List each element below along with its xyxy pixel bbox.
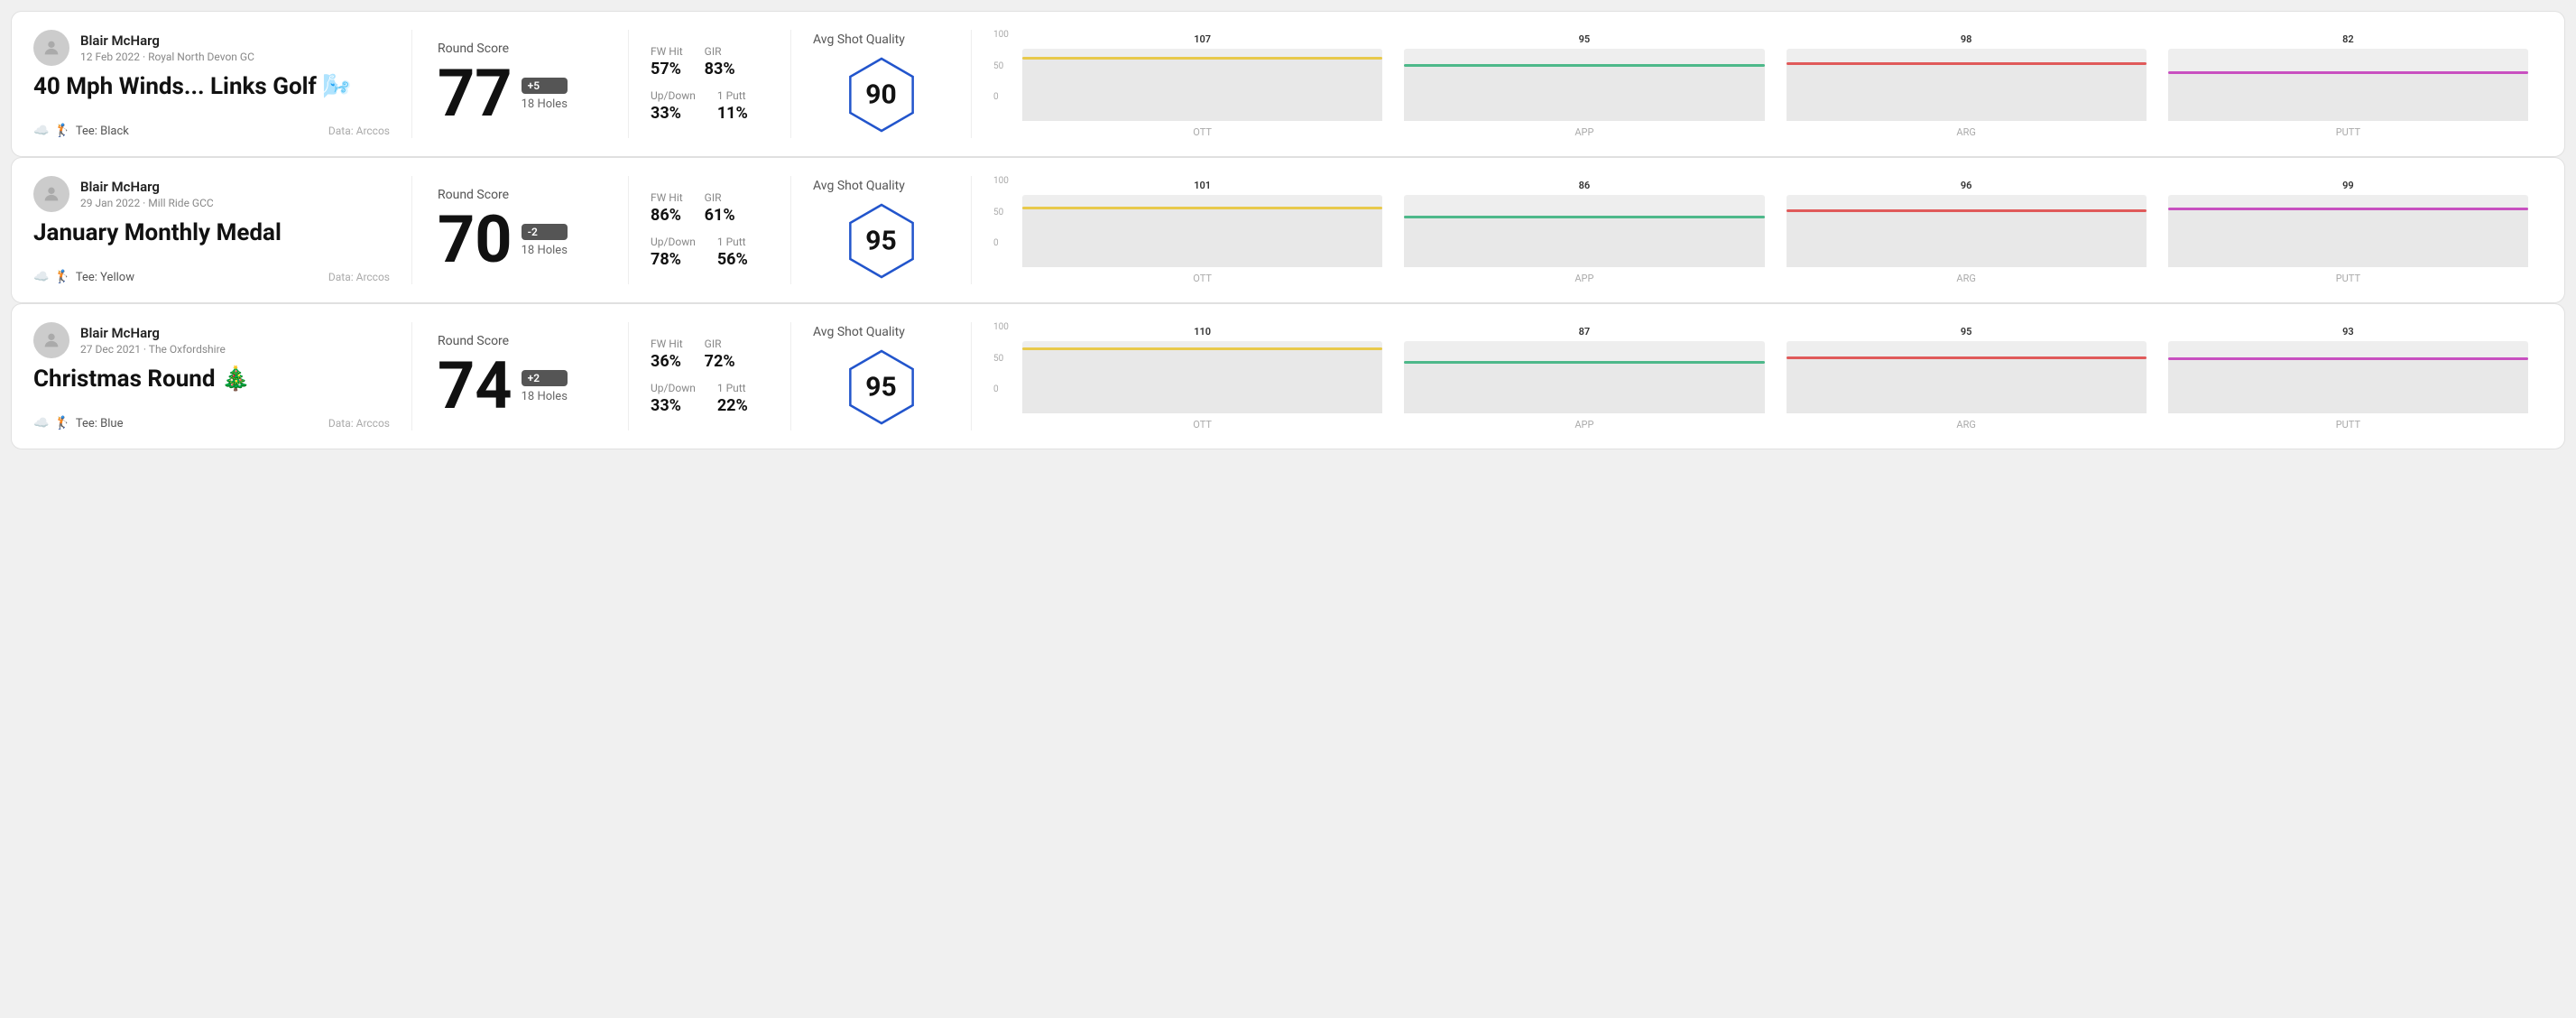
weather-icon: ☁️ (33, 270, 49, 284)
oneputt-stat: 1 Putt 22% (717, 382, 748, 415)
chart-col-ott: 107 OTT (1022, 33, 1382, 138)
fw-hit-stat: FW Hit 57% (651, 45, 683, 79)
tee-label: Tee: Blue (76, 417, 124, 430)
player-name: Blair McHarg (80, 32, 254, 49)
round-card-3: Blair McHarg 27 Dec 2021 · The Oxfordshi… (11, 303, 2565, 449)
chart-col-ott: 110 OTT (1022, 326, 1382, 430)
card-left-2: Blair McHarg 29 Jan 2022 · Mill Ride GCC… (33, 176, 412, 284)
chart-section: 100 50 0 110 OTT 87 APP (972, 322, 2543, 430)
updown-stat: Up/Down 78% (651, 236, 696, 269)
round-score-section: Round Score 77 +5 18 Holes (412, 30, 629, 138)
chart-col-putt: 82 PUTT (2168, 33, 2528, 138)
round-score-label: Round Score (438, 334, 603, 348)
card-left-3: Blair McHarg 27 Dec 2021 · The Oxfordshi… (33, 322, 412, 430)
chart-col-app: 87 APP (1404, 326, 1764, 430)
holes-label: 18 Holes (522, 97, 568, 111)
updown-stat: Up/Down 33% (651, 382, 696, 415)
holes-label: 18 Holes (522, 390, 568, 403)
gir-stat: GIR 72% (705, 338, 735, 371)
quality-label: Avg Shot Quality (813, 32, 905, 47)
chart-section: 100 50 0 101 OTT 86 APP (972, 176, 2543, 284)
fw-hit-stat: FW Hit 86% (651, 191, 683, 225)
player-date: 27 Dec 2021 · The Oxfordshire (80, 343, 226, 356)
hexagon: 95 (841, 347, 922, 428)
round-score-label: Round Score (438, 42, 603, 56)
oneputt-stat: 1 Putt 11% (717, 89, 748, 123)
fw-hit-stat: FW Hit 36% (651, 338, 683, 371)
chart-col-putt: 93 PUTT (2168, 326, 2528, 430)
round-score-section: Round Score 70 -2 18 Holes (412, 176, 629, 284)
chart-col-arg: 96 ARG (1787, 180, 2147, 284)
quality-section: Avg Shot Quality 95 (791, 322, 972, 430)
player-name: Blair McHarg (80, 179, 214, 195)
round-score-section: Round Score 74 +2 18 Holes (412, 322, 629, 430)
round-title: 40 Mph Winds... Links Golf 🌬️ (33, 73, 390, 100)
quality-section: Avg Shot Quality 90 (791, 30, 972, 138)
hex-score: 90 (865, 79, 896, 111)
big-score: 70 (438, 208, 512, 273)
tee-label: Tee: Yellow (76, 271, 134, 284)
updown-stat: Up/Down 33% (651, 89, 696, 123)
chart-col-ott: 101 OTT (1022, 180, 1382, 284)
player-name: Blair McHarg (80, 325, 226, 341)
avatar (33, 30, 69, 66)
big-score: 74 (438, 354, 512, 419)
chart-col-putt: 99 PUTT (2168, 180, 2528, 284)
card-footer: ☁️ 🏌️ Tee: Blue Data: Arccos (33, 416, 390, 430)
quality-section: Avg Shot Quality 95 (791, 176, 972, 284)
data-source: Data: Arccos (328, 125, 390, 137)
hexagon: 90 (841, 54, 922, 135)
hex-score: 95 (865, 372, 896, 403)
round-card-2: Blair McHarg 29 Jan 2022 · Mill Ride GCC… (11, 157, 2565, 303)
score-badge: +2 (522, 370, 568, 386)
tee-info: ☁️ 🏌️ Tee: Blue (33, 416, 123, 430)
chart-section: 100 50 0 107 OTT 95 APP (972, 30, 2543, 138)
card-footer: ☁️ 🏌️ Tee: Yellow Data: Arccos (33, 270, 390, 284)
quality-label: Avg Shot Quality (813, 179, 905, 193)
card-footer: ☁️ 🏌️ Tee: Black Data: Arccos (33, 124, 390, 138)
holes-label: 18 Holes (522, 244, 568, 257)
oneputt-stat: 1 Putt 56% (717, 236, 748, 269)
gir-stat: GIR 83% (705, 45, 735, 79)
bag-icon: 🏌️ (54, 270, 69, 284)
avatar (33, 176, 69, 212)
data-source: Data: Arccos (328, 271, 390, 283)
round-score-label: Round Score (438, 188, 603, 202)
score-badge: -2 (522, 224, 568, 240)
hexagon: 95 (841, 200, 922, 282)
chart-col-app: 95 APP (1404, 33, 1764, 138)
gir-stat: GIR 61% (705, 191, 735, 225)
big-score: 77 (438, 61, 512, 126)
weather-icon: ☁️ (33, 416, 49, 430)
round-title: Christmas Round 🎄 (33, 366, 390, 393)
player-date: 29 Jan 2022 · Mill Ride GCC (80, 197, 214, 209)
chart-col-arg: 98 ARG (1787, 33, 2147, 138)
player-info: Blair McHarg 27 Dec 2021 · The Oxfordshi… (33, 322, 390, 358)
round-card-1: Blair McHarg 12 Feb 2022 · Royal North D… (11, 11, 2565, 157)
score-badge: +5 (522, 78, 568, 94)
player-info: Blair McHarg 12 Feb 2022 · Royal North D… (33, 30, 390, 66)
data-source: Data: Arccos (328, 417, 390, 430)
stats-section: FW Hit 86% GIR 61% Up/Down 78% 1 Putt 56… (629, 176, 791, 284)
player-date: 12 Feb 2022 · Royal North Devon GC (80, 51, 254, 63)
tee-info: ☁️ 🏌️ Tee: Black (33, 124, 129, 138)
avatar (33, 322, 69, 358)
weather-icon: ☁️ (33, 124, 49, 138)
bag-icon: 🏌️ (54, 416, 69, 430)
hex-score: 95 (865, 226, 896, 257)
round-title: January Monthly Medal (33, 219, 390, 246)
bag-icon: 🏌️ (54, 124, 69, 138)
stats-section: FW Hit 57% GIR 83% Up/Down 33% 1 Putt 11… (629, 30, 791, 138)
player-info: Blair McHarg 29 Jan 2022 · Mill Ride GCC (33, 176, 390, 212)
quality-label: Avg Shot Quality (813, 325, 905, 339)
chart-col-arg: 95 ARG (1787, 326, 2147, 430)
stats-section: FW Hit 36% GIR 72% Up/Down 33% 1 Putt 22… (629, 322, 791, 430)
chart-col-app: 86 APP (1404, 180, 1764, 284)
tee-info: ☁️ 🏌️ Tee: Yellow (33, 270, 134, 284)
tee-label: Tee: Black (76, 125, 129, 138)
card-left-1: Blair McHarg 12 Feb 2022 · Royal North D… (33, 30, 412, 138)
